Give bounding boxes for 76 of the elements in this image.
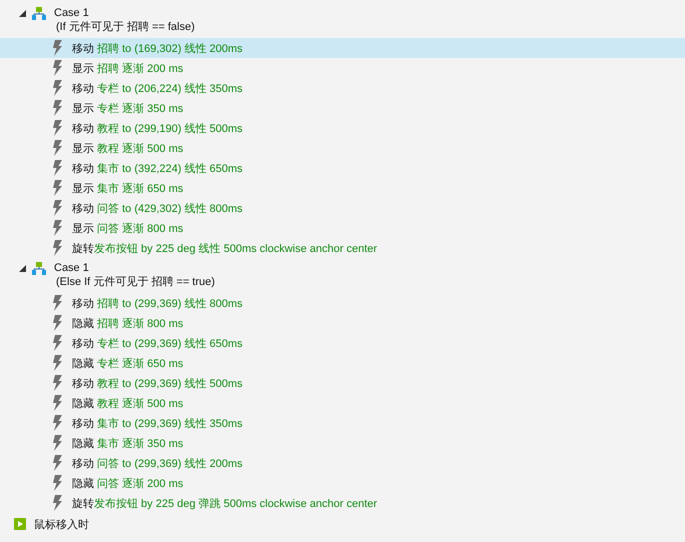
action-text: 旋转发布按钮 by 225 deg 线性 500ms clockwise anchor center [72,242,378,256]
action-row[interactable]: 移动 集市 to (392,224) 线性 650ms [0,158,685,178]
action-row[interactable]: 移动 问答 to (299,369) 线性 200ms [0,453,685,473]
action-text: 移动 问答 to (429,302) 线性 800ms [72,202,243,216]
lightning-icon [52,200,63,216]
action-row[interactable]: 显示 问答 逐渐 800 ms [0,218,685,238]
action-text: 旋转发布按钮 by 225 deg 弹跳 500ms clockwise anchor center [72,496,378,510]
action-text: 隐藏 教程 逐渐 500 ms [72,396,184,410]
action-text: 移动 招聘 to (169,302) 线性 200ms [72,42,243,56]
action-row[interactable]: 移动 教程 to (299,190) 线性 500ms [0,118,685,138]
case-condition: (Else If 元件可见于 招聘 == true) [55,275,216,289]
action-text: 显示 专栏 逐渐 350 ms [72,102,184,116]
lightning-icon [52,40,63,56]
lightning-icon [52,435,63,451]
lightning-icon [52,315,63,331]
lightning-icon [52,60,63,76]
action-text: 移动 教程 to (299,369) 线性 500ms [72,376,243,390]
lightning-icon [52,375,63,391]
action-row[interactable]: 移动 专栏 to (299,369) 线性 650ms [0,333,685,353]
action-row[interactable]: 移动 招聘 to (299,369) 线性 800ms [0,293,685,313]
action-row[interactable]: 移动 集市 to (299,369) 线性 350ms [0,413,685,433]
action-text: 移动 招聘 to (299,369) 线性 800ms [72,296,243,310]
action-row[interactable]: 显示 专栏 逐渐 350 ms [0,98,685,118]
lightning-icon [52,455,63,471]
lightning-icon [52,295,63,311]
lightning-icon [52,160,63,176]
lightning-icon [52,100,63,116]
lightning-icon [52,240,63,256]
case-icon [32,262,46,274]
action-row[interactable]: 移动 教程 to (299,369) 线性 500ms [0,373,685,393]
action-row[interactable]: 隐藏 专栏 逐渐 650 ms [0,353,685,373]
action-text: 隐藏 集市 逐渐 350 ms [72,436,184,450]
action-text: 移动 专栏 to (299,369) 线性 650ms [72,336,243,350]
action-row[interactable]: 显示 招聘 逐渐 200 ms [0,58,685,78]
action-row[interactable]: 移动 招聘 to (169,302) 线性 200ms [0,38,685,58]
action-text: 移动 专栏 to (206,224) 线性 350ms [72,82,243,96]
case-icon [32,6,46,20]
case-condition: (If 元件可见于 招聘 == false) [55,20,196,34]
action-text: 显示 招聘 逐渐 200 ms [72,62,184,76]
action-row[interactable]: 隐藏 招聘 逐渐 800 ms [0,313,685,333]
lightning-icon [52,395,63,411]
lightning-icon [52,335,63,351]
expand-toggle[interactable] [18,264,26,272]
action-row[interactable]: 隐藏 教程 逐渐 500 ms [0,393,685,413]
lightning-icon [52,415,63,431]
action-text: 移动 教程 to (299,190) 线性 500ms [72,122,243,136]
lightning-icon [52,140,63,156]
action-text: 隐藏 问答 逐渐 200 ms [72,476,184,490]
lightning-icon [52,120,63,136]
lightning-icon [52,220,63,236]
lightning-icon [52,355,63,371]
action-text: 显示 教程 逐渐 500 ms [72,142,184,156]
case-title[interactable]: Case 1 [54,7,89,19]
action-text: 隐藏 专栏 逐渐 650 ms [72,356,184,370]
event-label[interactable]: 鼠标移入时 [34,516,89,532]
lightning-icon [52,80,63,96]
lightning-icon [52,180,63,196]
action-row[interactable]: 隐藏 集市 逐渐 350 ms [0,433,685,453]
action-row[interactable]: 旋转发布按钮 by 225 deg 弹跳 500ms clockwise anchor center [0,493,685,513]
action-row[interactable]: 隐藏 问答 逐渐 200 ms [0,473,685,493]
action-text: 移动 集市 to (299,369) 线性 350ms [72,416,243,430]
action-text: 移动 问答 to (299,369) 线性 200ms [72,456,243,470]
action-text: 显示 集市 逐渐 650 ms [72,182,184,196]
action-text: 显示 问答 逐渐 800 ms [72,222,184,236]
expand-toggle[interactable] [18,9,26,17]
lightning-icon [52,495,63,511]
action-row[interactable]: 显示 集市 逐渐 650 ms [0,178,685,198]
action-row[interactable]: 移动 问答 to (429,302) 线性 800ms [0,198,685,218]
action-text: 移动 集市 to (392,224) 线性 650ms [72,162,243,176]
action-row[interactable]: 显示 教程 逐渐 500 ms [0,138,685,158]
action-row[interactable]: 旋转发布按钮 by 225 deg 线性 500ms clockwise anchor center [0,238,685,258]
case-title[interactable]: Case 1 [54,262,89,274]
event-icon [14,518,26,530]
lightning-icon [52,475,63,491]
action-text: 隐藏 招聘 逐渐 800 ms [72,316,184,330]
action-row[interactable]: 移动 专栏 to (206,224) 线性 350ms [0,78,685,98]
